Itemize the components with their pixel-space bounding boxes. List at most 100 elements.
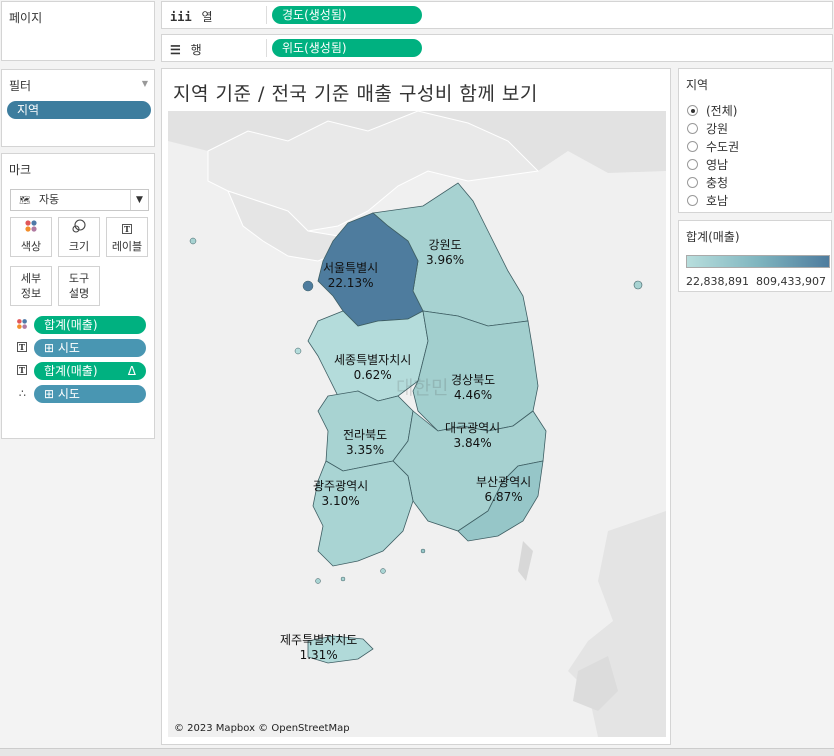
island [294, 347, 302, 355]
region-label: 경상북도 4.46% [451, 373, 495, 403]
label-button[interactable]: T 레이블 [106, 217, 148, 257]
color-button[interactable]: 색상 [10, 217, 52, 257]
region-name: 세종특별자치시 [334, 353, 412, 367]
label-field-pill[interactable]: ⊞ 시도 [34, 339, 146, 357]
size-button[interactable]: 크기 [58, 217, 100, 257]
size-button-label: 크기 [68, 240, 90, 253]
detail-button-line2: 정보 [20, 287, 42, 300]
rows-shelf-label-wrap: ☰ 행 [170, 41, 202, 58]
mark-type-dropdown[interactable]: 🗺 자동 ▼ [10, 189, 149, 211]
longitude-pill[interactable]: 경도(생성됨) [272, 6, 422, 24]
radio-option-label: 호남 [706, 194, 729, 208]
viz-sheet: 지역 기준 / 전국 기준 매출 구성비 함께 보기 대한민 서울특별시 22.… [161, 68, 671, 745]
color-button-label: 색상 [20, 240, 42, 253]
region-percent: 1.31% [299, 648, 338, 662]
region-name: 제주특별자치도 [280, 633, 358, 647]
mark-field-row: T ⊞ 시도 [12, 338, 152, 358]
tooltip-button-line2: 설명 [68, 287, 90, 300]
size-icon [59, 218, 99, 238]
radio-option[interactable]: 충청 [687, 174, 728, 192]
japan-land [518, 541, 533, 581]
region-percent: 6.87% [484, 490, 523, 504]
region-percent: 3.84% [453, 436, 492, 450]
region-radio-filter: 지역 (전체) 강원 수도권 영남 충청 호남 [678, 68, 832, 213]
radio-option[interactable]: 수도권 [687, 138, 739, 156]
region-label: 서울특별시 22.13% [323, 261, 378, 291]
region-name: 전라북도 [343, 428, 388, 442]
radio-icon [687, 195, 698, 206]
detail-button[interactable]: 세부 정보 [10, 266, 52, 306]
label-field-pill-text: 합계(매출) [44, 364, 98, 378]
region-gyeongbuk[interactable] [412, 310, 539, 432]
region-name: 서울특별시 [323, 261, 379, 275]
legend-max: 809,433,907 [756, 275, 826, 288]
map-attribution[interactable]: © 2023 Mapbox © OpenStreetMap [174, 723, 350, 734]
radio-option-label: 충청 [706, 176, 729, 190]
tooltip-button[interactable]: 도구 설명 [58, 266, 100, 306]
island [340, 576, 346, 582]
marks-card[interactable]: 마크 🗺 자동 ▼ 색상 크기 T 레이블 세부 정보 도구 설명 합계(매출)… [1, 153, 155, 439]
island [633, 280, 643, 290]
pages-card[interactable]: 페이지 [1, 1, 155, 61]
region-percent: 4.46% [454, 388, 493, 402]
color-dots-icon [14, 317, 30, 333]
legend-title: 합계(매출) [686, 230, 740, 244]
region-percent: 3.10% [321, 494, 360, 508]
table-calc-delta-icon: Δ [127, 364, 136, 378]
label-button-label: 레이블 [111, 240, 143, 253]
region-name: 강원도 [428, 238, 462, 252]
map-mark-icon: 🗺 [19, 196, 31, 206]
filters-card-menu-icon[interactable]: ▼ [142, 79, 148, 88]
region-label: 부산광역시 6.87% [476, 475, 531, 505]
radio-selected-icon [687, 105, 698, 116]
chevron-down-icon: ▼ [130, 190, 148, 210]
columns-shelf[interactable]: iii 열 경도(생성됨) [161, 1, 833, 29]
region-label: 세종특별자치시 0.62% [334, 353, 411, 383]
radio-option-label: 수도권 [706, 140, 740, 154]
radio-option-label: 영남 [706, 158, 729, 172]
map-canvas[interactable] [168, 111, 666, 737]
mark-field-row: T 합계(매출) Δ [12, 361, 152, 381]
viz-title: 지역 기준 / 전국 기준 매출 구성비 함께 보기 [173, 83, 538, 105]
color-field-pill[interactable]: 합계(매출) [34, 316, 146, 334]
region-percent: 0.62% [353, 368, 392, 382]
rows-icon: ☰ [170, 43, 181, 57]
text-label-icon: T [14, 340, 30, 356]
region-label: 대구광역시 3.84% [445, 421, 500, 451]
radio-option[interactable]: (전체) [687, 102, 737, 120]
sheet-tab-strip[interactable] [0, 748, 834, 756]
region-percent: 3.35% [346, 443, 385, 457]
columns-icon: iii [170, 10, 192, 24]
radio-option-label: (전체) [706, 104, 738, 118]
color-legend[interactable]: 합계(매출) 22,838,891 809,433,907 [678, 220, 832, 292]
radio-option-label: 강원 [706, 122, 729, 136]
color-dots-icon [11, 218, 51, 238]
label-field-pill[interactable]: 합계(매출) Δ [34, 362, 146, 380]
region-name: 경상북도 [451, 373, 496, 387]
region-filter-title: 지역 [686, 78, 709, 92]
region-name: 광주광역시 [313, 479, 369, 493]
island [420, 548, 426, 554]
radio-icon [687, 159, 698, 170]
filters-card[interactable]: 필터 ▼ 지역 [1, 69, 155, 147]
legend-gradient [686, 255, 830, 268]
rows-shelf[interactable]: ☰ 행 위도(생성됨) [161, 34, 833, 62]
region-gwangju[interactable] [312, 460, 414, 567]
radio-option[interactable]: 강원 [687, 120, 728, 138]
radio-option[interactable]: 영남 [687, 156, 728, 174]
shelf-divider [266, 6, 267, 24]
detail-field-pill[interactable]: ⊞ 시도 [34, 385, 146, 403]
radio-option[interactable]: 호남 [687, 192, 728, 210]
radio-icon [687, 141, 698, 152]
region-name: 부산광역시 [476, 475, 532, 489]
region-percent: 3.96% [426, 253, 465, 267]
island [189, 237, 197, 245]
region-label: 강원도 3.96% [426, 238, 464, 268]
korea-map[interactable]: 대한민 서울특별시 22.13% 강원도 3.96% 세종특별자치시 0.62%… [168, 111, 666, 737]
region-filter-pill[interactable]: 지역 [7, 101, 151, 119]
pages-card-title: 페이지 [9, 11, 43, 25]
island [302, 280, 314, 292]
latitude-pill[interactable]: 위도(생성됨) [272, 39, 422, 57]
region-name: 대구광역시 [445, 421, 501, 435]
radio-icon [687, 123, 698, 134]
